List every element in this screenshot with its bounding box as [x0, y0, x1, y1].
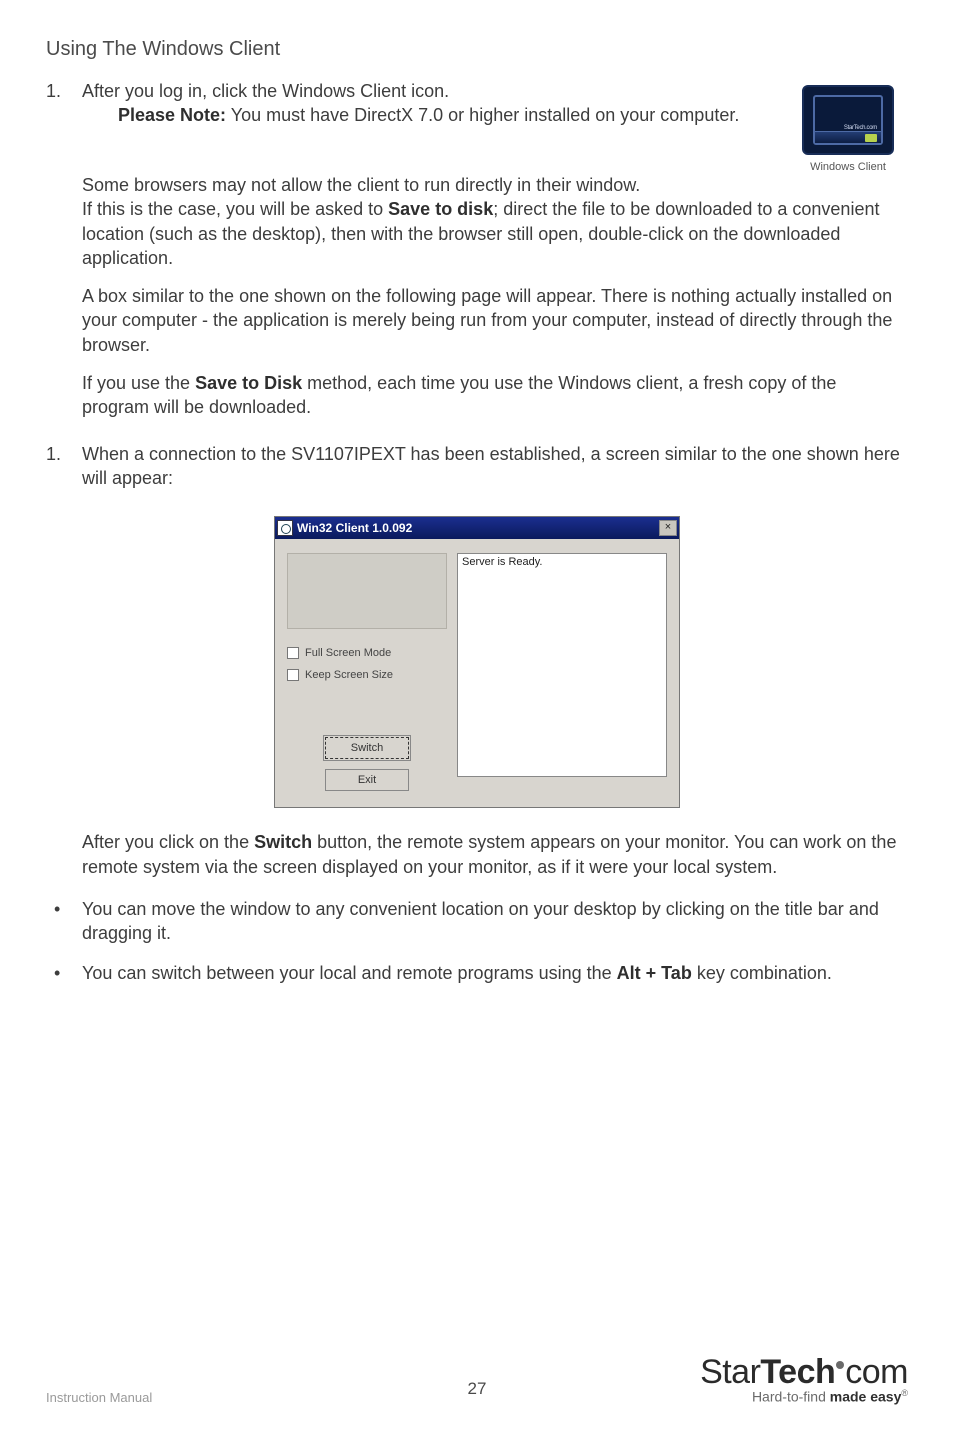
- save-to-disk-method-bold: Save to Disk: [195, 373, 302, 393]
- keep-screen-size-checkbox[interactable]: Keep Screen Size: [287, 669, 447, 681]
- bullet2-pre: You can switch between your local and re…: [82, 963, 617, 983]
- step1-para4: If you use the Save to Disk method, each…: [82, 371, 908, 420]
- dialog-status-text: Server is Ready.: [457, 553, 667, 777]
- section-title: Using The Windows Client: [46, 38, 908, 61]
- startech-logo: StarTechcom Hard-to-find made easy®: [700, 1353, 908, 1405]
- logo-sub-bold: made easy: [830, 1389, 902, 1405]
- step1-p2a: Some browsers may not allow the client t…: [82, 173, 908, 197]
- bullet-1: You can move the window to any convenien…: [46, 897, 908, 946]
- switch-bold: Switch: [254, 832, 312, 852]
- logo-part-com: com: [845, 1353, 908, 1391]
- step1-para2: Some browsers may not allow the client t…: [82, 173, 908, 270]
- full-screen-mode-label: Full Screen Mode: [305, 647, 391, 659]
- checkbox-icon: [287, 669, 299, 681]
- windows-client-icon: StarTech.com: [802, 85, 894, 155]
- dialog-preview-area: [287, 553, 447, 629]
- step-1: After you log in, click the Windows Clie…: [46, 79, 788, 128]
- step1-line1: After you log in, click the Windows Clie…: [82, 79, 788, 103]
- alt-tab-bold: Alt + Tab: [617, 963, 692, 983]
- logo-dot-icon: [836, 1361, 844, 1369]
- step-2: When a connection to the SV1107IPEXT has…: [46, 442, 908, 491]
- close-icon[interactable]: ×: [659, 520, 677, 536]
- step1-para3: A box similar to the one shown on the fo…: [82, 284, 908, 357]
- windows-client-caption: Windows Client: [810, 161, 886, 173]
- bullet-2: You can switch between your local and re…: [46, 961, 908, 985]
- logo-sub-pre: Hard-to-find: [752, 1389, 830, 1405]
- checkbox-icon: [287, 647, 299, 659]
- after-pre: After you click on the: [82, 832, 254, 852]
- step1-p2b-pre: If this is the case, you will be asked t…: [82, 199, 388, 219]
- win32-client-dialog: Win32 Client 1.0.092 × Full Screen Mode …: [274, 516, 680, 808]
- logo-part-tech: Tech: [760, 1353, 835, 1391]
- bullet2-post: key combination.: [692, 963, 832, 983]
- please-note-text: You must have DirectX 7.0 or higher inst…: [226, 105, 739, 125]
- step2-text: When a connection to the SV1107IPEXT has…: [82, 444, 900, 488]
- please-note-label: Please Note:: [118, 105, 226, 125]
- keep-screen-size-label: Keep Screen Size: [305, 669, 393, 681]
- full-screen-mode-checkbox[interactable]: Full Screen Mode: [287, 647, 447, 659]
- step1-p4-pre: If you use the: [82, 373, 195, 393]
- dialog-title-bar[interactable]: Win32 Client 1.0.092 ×: [275, 517, 679, 539]
- switch-button[interactable]: Switch: [325, 737, 409, 759]
- logo-part-star: Star: [700, 1353, 760, 1391]
- exit-button[interactable]: Exit: [325, 769, 409, 791]
- logo-registered-icon: ®: [901, 1388, 908, 1398]
- dialog-app-icon: [277, 520, 293, 536]
- page-number: 27: [468, 1379, 487, 1399]
- dialog-title-text: Win32 Client 1.0.092: [297, 521, 659, 535]
- save-to-disk-bold: Save to disk: [388, 199, 493, 219]
- footer-left-text: Instruction Manual: [46, 1390, 152, 1405]
- after-dialog-para: After you click on the Switch button, th…: [82, 830, 908, 879]
